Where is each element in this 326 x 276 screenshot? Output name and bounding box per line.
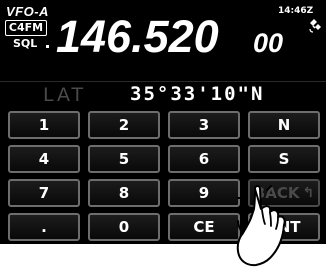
- key-1[interactable]: 1: [8, 111, 80, 139]
- key-7[interactable]: 7: [8, 179, 80, 207]
- vfo-label: VFO-A: [6, 4, 49, 19]
- key-8[interactable]: 8: [88, 179, 160, 207]
- key-n[interactable]: N: [248, 111, 320, 139]
- coordinate-value: 35°33'10"N: [130, 83, 265, 105]
- satellite-icon: [309, 19, 321, 33]
- frequency-main: 146.520: [56, 11, 219, 62]
- key-3[interactable]: 3: [168, 111, 240, 139]
- clock: 14:46Z: [278, 6, 314, 16]
- sql-label: SQL: [13, 37, 38, 50]
- key-s[interactable]: S: [248, 145, 320, 173]
- input-label: LAT: [43, 84, 87, 106]
- mode-badge: C4FM: [5, 20, 47, 36]
- frequency-sub: 00: [253, 28, 284, 58]
- key-4[interactable]: 4: [8, 145, 80, 173]
- key-dot[interactable]: .: [8, 213, 80, 241]
- key-0[interactable]: 0: [88, 213, 160, 241]
- key-5[interactable]: 5: [88, 145, 160, 173]
- sql-level-indicator: [46, 45, 49, 48]
- pointing-hand-icon: [236, 185, 286, 267]
- key-2[interactable]: 2: [88, 111, 160, 139]
- back-arrow-icon: ↰: [302, 185, 315, 201]
- key-6[interactable]: 6: [168, 145, 240, 173]
